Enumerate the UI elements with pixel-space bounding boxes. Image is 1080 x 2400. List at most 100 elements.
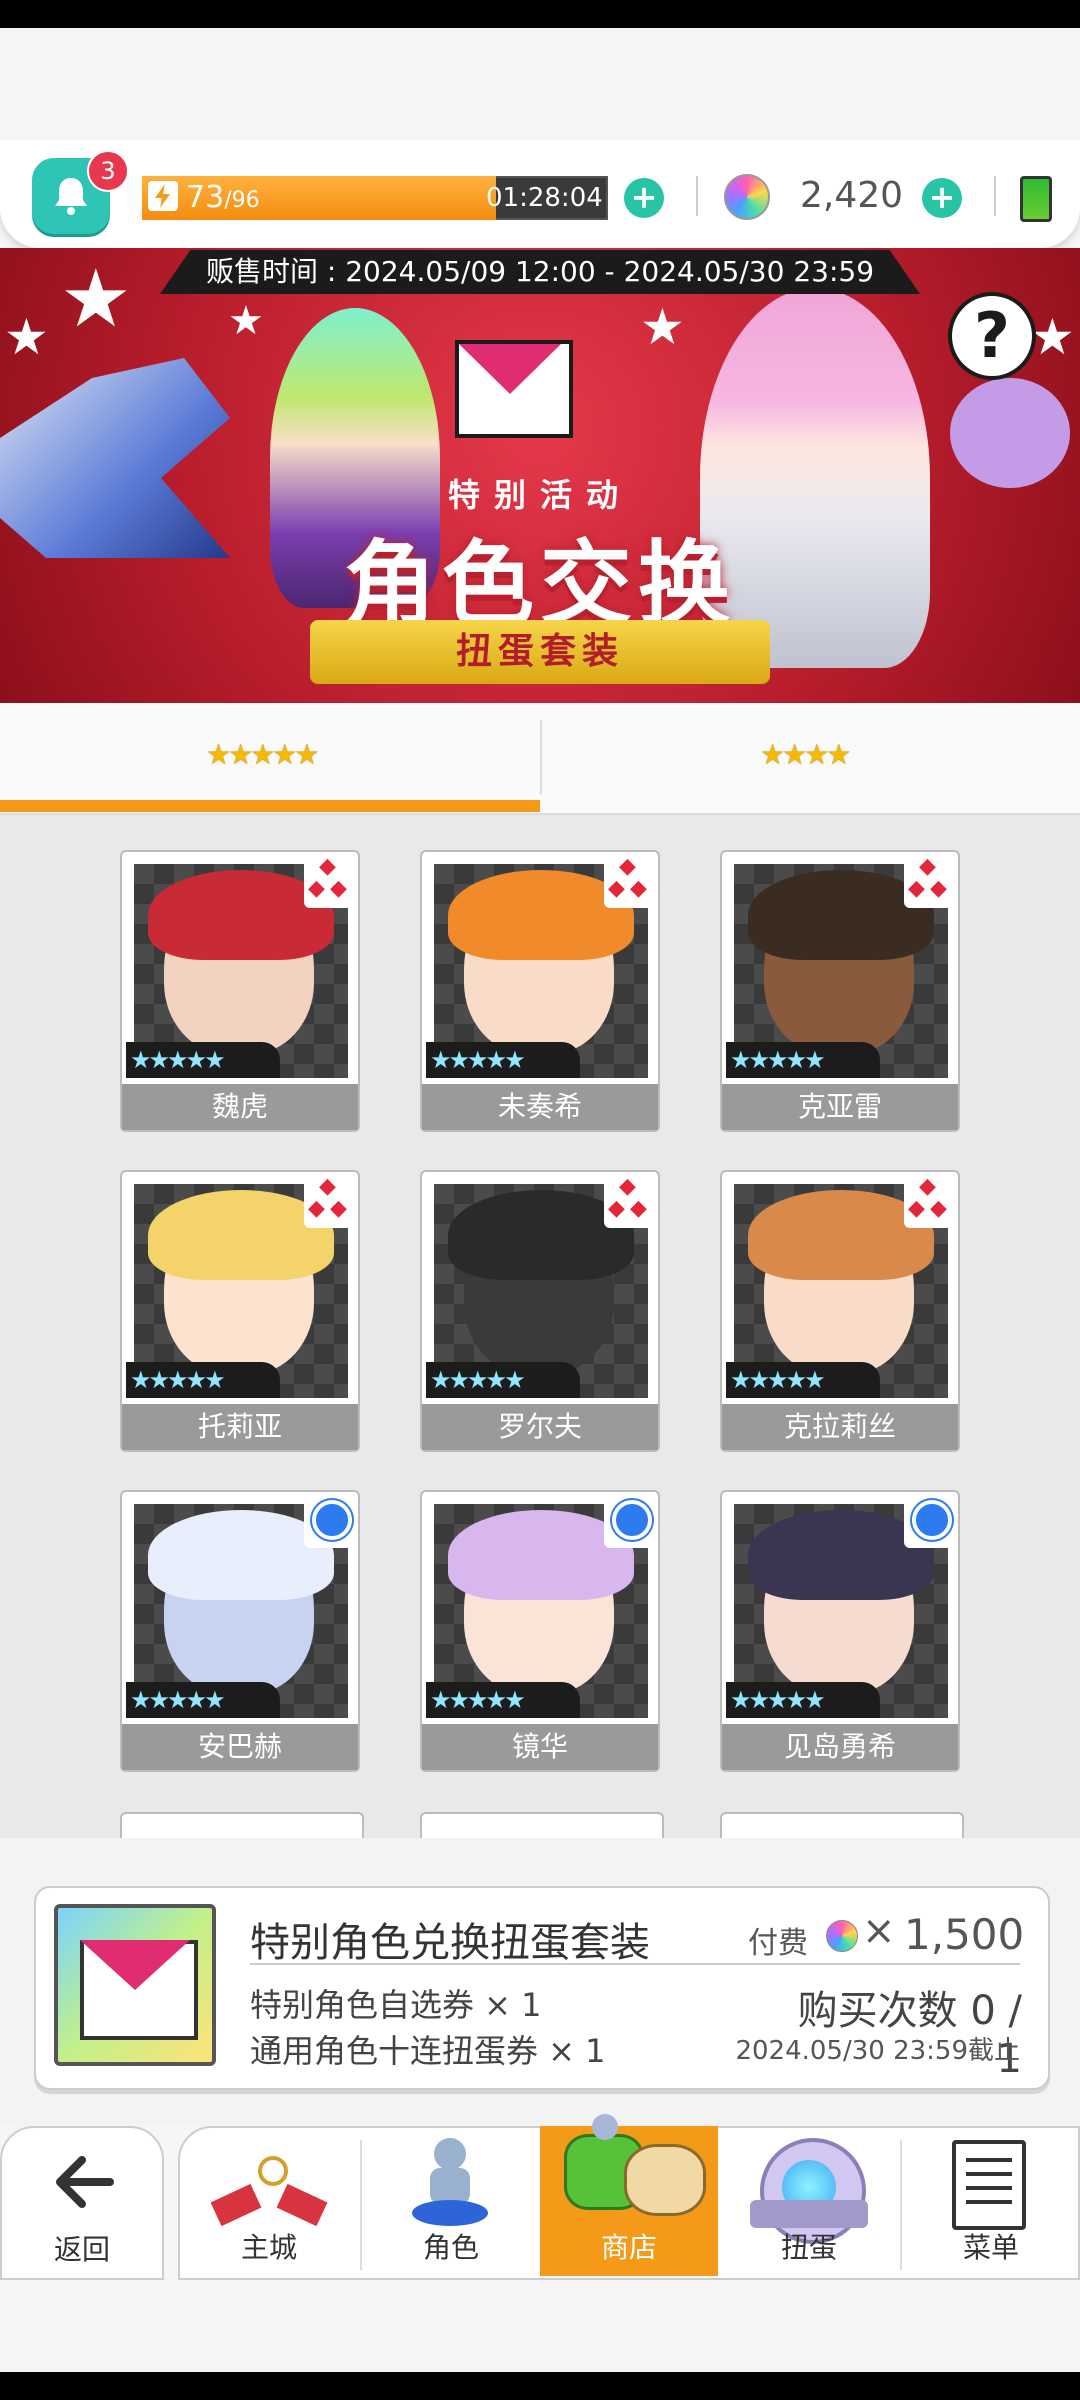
rank-badge: ◆ ◆ ◆ [304,1172,356,1228]
divider [994,176,996,216]
divider [250,1963,1020,1965]
help-button[interactable]: ? [948,292,1036,380]
character-name: 见岛勇希 [722,1724,958,1770]
stamina-max: /96 [224,188,260,213]
circle-icon [312,1500,352,1540]
tab-four-star[interactable]: ★★★★ [760,738,851,771]
star-rating: ★★★★★ [126,1362,280,1398]
character-card[interactable]: ★★★★★ 见岛勇希 [720,1490,960,1772]
tab-divider [540,720,542,795]
star-rating: ★★★★★ [126,1042,280,1078]
character-name: 克拉莉丝 [722,1404,958,1450]
rank-badge [904,1492,956,1548]
notification-badge: 3 [87,150,129,192]
gem-count: 2,420 [800,175,904,216]
diamond-icon: ◆ [630,1196,647,1221]
circle-icon [612,1500,652,1540]
character-card[interactable]: ★★★★★ ◆ ◆ ◆ 克亚雷 [720,850,960,1132]
gacha-icon [750,2138,868,2244]
product-item-2: 通用角色十连扭蛋券 × 1 [250,2032,606,2070]
rank-badge [304,1492,356,1548]
status-bar [0,0,1080,28]
character-card[interactable]: ★★★★★ ◆ ◆ ◆ 托莉亚 [120,1170,360,1452]
diamond-icon: ◆ [630,876,647,901]
nav-label: 扭蛋 [780,2231,837,2264]
character-name: 安巴赫 [122,1724,358,1770]
character-icon [412,2138,488,2228]
divider [696,176,698,216]
stamina-value: 73/96 [186,176,260,223]
system-nav-bar [0,2372,1080,2400]
star-rating: ★★★★★ [126,1682,280,1718]
gem-icon [724,174,770,220]
bolt-icon [148,181,178,211]
character-name: 魏虎 [122,1084,358,1130]
back-button[interactable]: 返回 [0,2126,164,2280]
arrow-left-icon [56,2156,114,2208]
rank-badge: ◆ ◆ ◆ [904,1172,956,1228]
nav-label: 商店 [600,2231,657,2264]
character-name: 未奏希 [422,1084,658,1130]
star-rating: ★★★★★ [726,1362,880,1398]
character-card[interactable]: ★★★★★ ◆ ◆ ◆ 未奏希 [420,850,660,1132]
character-card[interactable]: ★★★★★ ◆ ◆ ◆ 魏虎 [120,850,360,1132]
star-decoration-icon: ★ [4,308,49,366]
character-name: 托莉亚 [122,1404,358,1450]
character-name: 罗尔夫 [422,1404,658,1450]
sale-time-label: 贩售时间 : 2024.05/09 12:00 - 2024.05/30 23:… [160,250,920,294]
diamond-icon: ◆ [308,876,325,901]
star-rating: ★★★★★ [726,1682,880,1718]
rank-badge: ◆ ◆ ◆ [904,852,956,908]
nav-item-main-city[interactable]: 主城 [180,2126,358,2276]
character-name: 镜华 [422,1724,658,1770]
nav-item-menu[interactable]: 菜单 [902,2126,1080,2276]
rank-badge: ◆ ◆ ◆ [604,1172,656,1228]
star-rating: ★★★★★ [426,1362,580,1398]
castle-icon [210,2156,328,2227]
star-decoration-icon: ★ [1030,308,1075,366]
nav-label: 角色 [422,2231,479,2264]
nav-label: 菜单 [962,2231,1019,2264]
active-tab-indicator [0,800,540,812]
product-title: 特别角色兑换扭蛋套装 [250,1920,650,1966]
nav-item-shop[interactable]: 商店 [540,2114,718,2276]
diamond-icon: ◆ [930,876,947,901]
envelope-icon [455,340,573,438]
tab-five-star[interactable]: ★★★★★ [206,738,320,771]
character-card[interactable]: ★★★★★ 镜华 [420,1490,660,1772]
star-decoration-icon: ★ [228,298,264,344]
star-decoration-icon: ★ [640,298,685,356]
product-item-1: 特别角色自选券 × 1 [250,1986,542,2024]
nav-label: 主城 [240,2231,297,2264]
rank-badge [604,1492,656,1548]
star-rating: ★★★★★ [426,1682,580,1718]
character-card[interactable]: ★★★★★ ◆ ◆ ◆ 罗尔夫 [420,1170,660,1452]
circle-icon [912,1500,952,1540]
add-stamina-button[interactable]: + [624,178,664,218]
character-card[interactable]: ★★★★★ 安巴赫 [120,1490,360,1772]
diamond-icon: ◆ [908,1196,925,1221]
product-price: 1,500 [904,1910,1025,1959]
price-label: 付费 [748,1926,808,1961]
back-label: 返回 [53,2233,110,2266]
diamond-icon: ◆ [330,876,347,901]
deadline: 2024.05/30 23:59截止 [735,2036,1020,2066]
stamina-timer: 01:28:04 [486,183,603,213]
star-decoration-icon: ★ [60,252,132,345]
shop-icon [564,2114,706,2224]
menu-icon [952,2140,1026,2230]
star-rating: ★★★★★ [426,1042,580,1078]
dragon-character-art [0,358,230,558]
banner-subtitle: 扭蛋套装 [310,620,770,684]
gem-icon [826,1920,858,1952]
diamond-icon: ◆ [608,1196,625,1221]
rank-badge: ◆ ◆ ◆ [304,852,356,908]
rank-badge: ◆ ◆ ◆ [604,852,656,908]
mascot-art [950,378,1070,488]
character-card[interactable]: ★★★★★ ◆ ◆ ◆ 克拉莉丝 [720,1170,960,1452]
diamond-icon: ◆ [608,876,625,901]
battery-icon [1020,176,1052,222]
add-gems-button[interactable]: + [922,178,962,218]
nav-item-gacha[interactable]: 扭蛋 [720,2126,898,2276]
nav-item-characters[interactable]: 角色 [362,2126,540,2276]
